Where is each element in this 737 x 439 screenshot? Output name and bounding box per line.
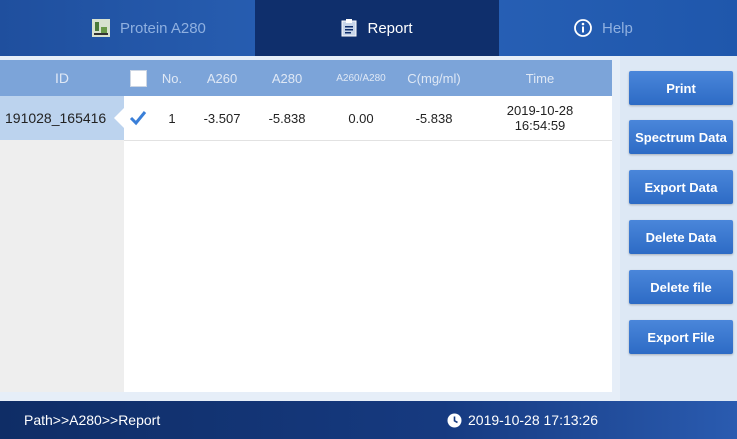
col-ratio: A260/A280 (336, 72, 386, 84)
select-all-checkbox[interactable] (129, 69, 147, 87)
tab-report-label: Report (367, 19, 413, 37)
datetime-display: 2019-10-28 17:13:26 (447, 412, 598, 428)
report-icon (341, 19, 357, 37)
report-table: No. A260 A280 A260/A280 C(mg/ml) Time 1 … (124, 60, 612, 392)
cell-time-clock: 16:54:59 (514, 118, 566, 133)
tab-report[interactable]: Report (255, 0, 499, 56)
tab-help[interactable]: Help (499, 0, 737, 56)
col-time: Time (525, 70, 555, 86)
delete-data-button[interactable]: Delete Data (629, 220, 733, 254)
table-header: No. A260 A280 A260/A280 C(mg/ml) Time (124, 60, 612, 96)
id-header: ID (0, 60, 124, 96)
cell-time-date: 2019-10-28 (506, 103, 574, 118)
col-concentration: C(mg/ml) (407, 70, 461, 86)
select-all-cell (124, 69, 152, 87)
cell-time: 2019-10-28 16:54:59 (468, 103, 612, 133)
protein-icon (92, 19, 110, 37)
print-button[interactable]: Print (629, 71, 733, 105)
tab-help-label: Help (602, 19, 633, 37)
info-icon (574, 19, 592, 37)
tab-protein-label: Protein A280 (120, 19, 206, 37)
action-panel: Print Spectrum Data Export Data Delete D… (620, 56, 737, 401)
col-a280: A280 (271, 70, 303, 86)
spectrum-data-button[interactable]: Spectrum Data (629, 120, 733, 154)
clock-icon (447, 413, 462, 427)
cell-a280: -5.838 (268, 110, 306, 126)
id-list-item[interactable]: 191028_165416 (0, 96, 125, 140)
delete-file-button[interactable]: Delete file (629, 270, 733, 304)
top-tab-bar: Protein A280 Report Help (0, 0, 737, 56)
col-a260: A260 (206, 70, 238, 86)
datetime-text: 2019-10-28 17:13:26 (468, 412, 598, 428)
id-list-item-label: 191028_165416 (5, 110, 107, 126)
cell-concentration: -5.838 (415, 110, 453, 126)
checkmark-icon (129, 111, 147, 126)
cell-no: 1 (168, 110, 176, 126)
breadcrumb: Path>>A280>>Report (24, 412, 161, 428)
export-data-button[interactable]: Export Data (629, 170, 733, 204)
col-no: No. (161, 70, 183, 86)
export-file-button[interactable]: Export File (629, 320, 733, 354)
tab-protein-a280[interactable]: Protein A280 (0, 0, 255, 56)
id-list: ID 191028_165416 (0, 60, 125, 392)
cell-a260: -3.507 (203, 110, 241, 126)
status-bar: Path>>A280>>Report 2019-10-28 17:13:26 (0, 401, 737, 439)
cell-ratio: 0.00 (348, 110, 374, 126)
row-checkbox[interactable] (124, 110, 152, 126)
table-row[interactable]: 1 -3.507 -5.838 0.00 -5.838 2019-10-28 1… (124, 96, 612, 141)
